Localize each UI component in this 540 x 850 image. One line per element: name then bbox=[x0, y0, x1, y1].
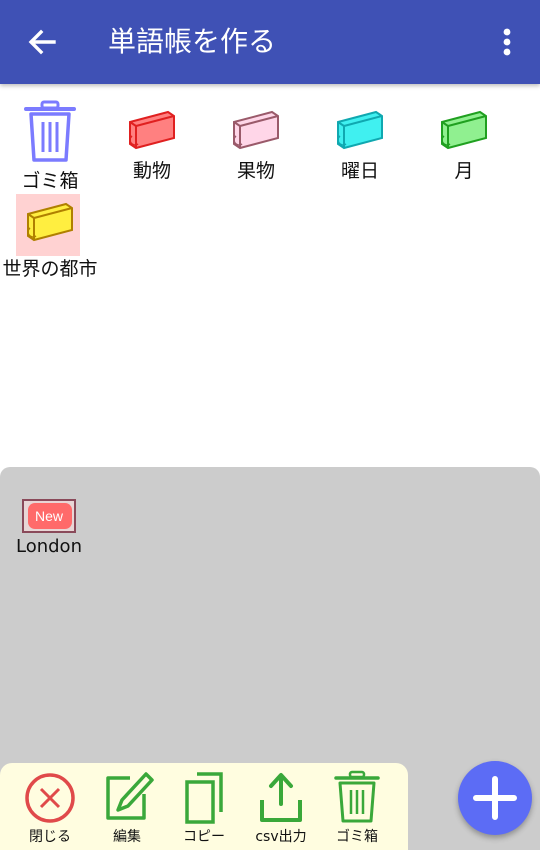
book-item-trash[interactable]: ゴミ箱 bbox=[0, 100, 100, 193]
new-badge: New bbox=[35, 508, 64, 524]
edit-button[interactable]: 編集 bbox=[89, 770, 165, 846]
more-vert-icon[interactable] bbox=[494, 26, 520, 58]
page-title: 単語帳を作る bbox=[108, 25, 277, 58]
book-icon bbox=[337, 110, 383, 150]
book-icon bbox=[441, 110, 487, 150]
csv-export-label: csv出力 bbox=[255, 829, 307, 845]
book-item-weekdays[interactable]: 曜日 bbox=[310, 108, 410, 183]
trash-icon bbox=[24, 100, 76, 162]
card-label: London bbox=[16, 536, 82, 557]
edit-icon bbox=[106, 772, 154, 820]
trash-label: ゴミ箱 bbox=[336, 829, 378, 845]
close-circle-icon bbox=[25, 773, 75, 823]
book-item-months[interactable]: 月 bbox=[414, 108, 514, 183]
close-label: 閉じる bbox=[29, 829, 71, 845]
card-item-london[interactable]: New London bbox=[10, 498, 88, 557]
book-icon bbox=[129, 110, 175, 150]
add-fab-button[interactable] bbox=[458, 761, 532, 835]
book-label: 月 bbox=[454, 160, 474, 182]
book-label: 曜日 bbox=[340, 160, 379, 182]
share-upload-icon bbox=[260, 773, 302, 822]
book-icon bbox=[233, 110, 279, 150]
edit-label: 編集 bbox=[113, 829, 141, 845]
app-bar: 単語帳を作る bbox=[0, 0, 540, 84]
book-label: ゴミ箱 bbox=[21, 170, 79, 192]
book-icon bbox=[27, 202, 73, 242]
trash-button[interactable]: ゴミ箱 bbox=[319, 770, 395, 846]
copy-label: コピー bbox=[183, 829, 225, 845]
plus-icon bbox=[473, 776, 517, 820]
back-arrow-icon[interactable] bbox=[26, 26, 58, 58]
book-label: 世界の都市 bbox=[2, 258, 98, 280]
copy-icon bbox=[185, 772, 223, 824]
trash-icon bbox=[334, 770, 380, 823]
copy-button[interactable]: コピー bbox=[166, 770, 242, 846]
card-icon: New bbox=[22, 499, 76, 533]
book-label: 動物 bbox=[132, 160, 171, 182]
book-label: 果物 bbox=[236, 160, 275, 182]
close-button[interactable]: 閉じる bbox=[12, 770, 88, 846]
book-item-fruits[interactable]: 果物 bbox=[206, 108, 306, 183]
csv-export-button[interactable]: csv出力 bbox=[243, 770, 319, 846]
book-item-world-cities[interactable]: 世界の都市 bbox=[0, 200, 100, 281]
book-item-animals[interactable]: 動物 bbox=[102, 108, 202, 183]
